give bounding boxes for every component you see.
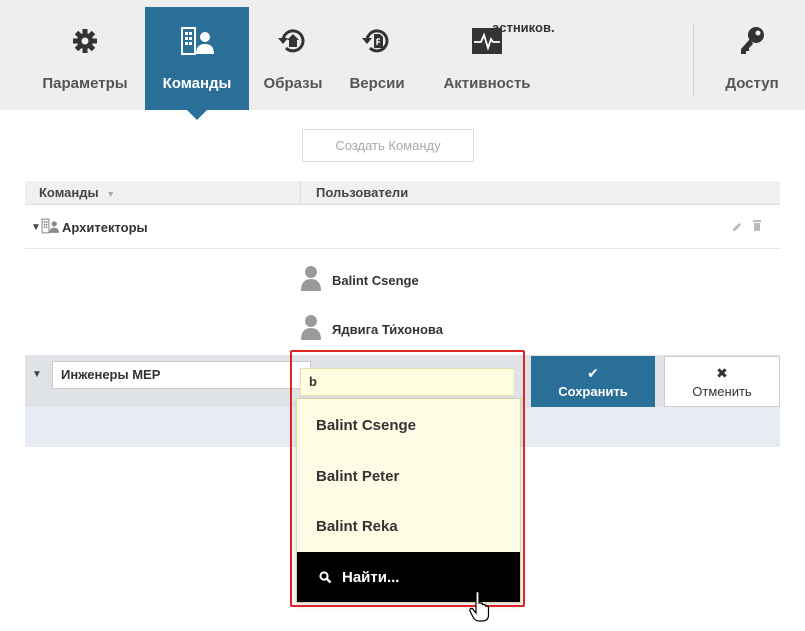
highlight-frame xyxy=(290,350,525,607)
save-button[interactable]: ✔ Сохранить xyxy=(531,356,655,407)
cancel-button[interactable]: ✖ Отменить xyxy=(664,356,780,407)
team-row[interactable]: ▼ Архитекторы xyxy=(25,207,780,249)
hand-pointer-icon xyxy=(469,590,491,628)
tab-teams-label: Команды xyxy=(162,75,232,92)
edit-pencil-icon[interactable] xyxy=(731,220,743,238)
cancel-button-label: Отменить xyxy=(692,383,752,399)
user-avatar-icon xyxy=(300,314,322,345)
tab-versions-label: Версии xyxy=(349,75,405,92)
member-row: Balint Csenge xyxy=(300,260,419,300)
tab-images-label: Образы xyxy=(263,75,323,92)
nav-divider xyxy=(693,24,694,96)
column-teams-label: Команды xyxy=(39,185,99,200)
gear-icon xyxy=(72,21,98,61)
team-icon xyxy=(180,21,214,61)
hint-text: астников. xyxy=(492,20,555,35)
trash-icon[interactable] xyxy=(752,219,762,237)
check-icon: ✔ xyxy=(587,364,599,381)
table-header: Команды ▼ Пользователи xyxy=(25,181,780,205)
column-users: Пользователи xyxy=(316,185,409,200)
member-name: Ядвига Ти́хонова xyxy=(332,321,443,337)
sort-caret-icon: ▼ xyxy=(106,189,116,199)
tab-versions[interactable]: Версии xyxy=(334,7,420,110)
tab-images[interactable]: Образы xyxy=(253,7,333,110)
tab-settings[interactable]: Параметры xyxy=(28,7,142,110)
image-history-icon xyxy=(277,21,309,61)
version-history-icon xyxy=(361,21,393,61)
key-icon xyxy=(737,21,767,61)
save-button-label: Сохранить xyxy=(558,383,628,399)
team-icon xyxy=(41,217,59,240)
top-navigation: Параметры Команды Образы Версии Активнос… xyxy=(0,0,805,120)
team-name-input[interactable]: Инженеры MEP xyxy=(52,361,311,389)
team-name: Архитекторы xyxy=(62,220,148,235)
expand-caret-icon[interactable]: ▼ xyxy=(32,369,42,380)
tab-settings-label: Параметры xyxy=(42,75,128,92)
member-name: Balint Csenge xyxy=(332,272,419,288)
member-row: Ядвига Ти́хонова xyxy=(300,309,443,349)
tab-activity-label: Активность xyxy=(443,75,531,92)
tab-access[interactable]: Доступ xyxy=(710,7,794,110)
user-avatar-icon xyxy=(300,265,322,296)
tab-access-label: Доступ xyxy=(725,75,779,92)
column-divider xyxy=(300,181,301,205)
create-team-button[interactable]: Создать Команду xyxy=(302,129,474,162)
close-icon: ✖ xyxy=(716,364,728,381)
column-teams[interactable]: Команды ▼ xyxy=(39,181,115,205)
tab-teams[interactable]: Команды xyxy=(145,7,249,120)
expand-caret-icon[interactable]: ▼ xyxy=(31,222,41,233)
